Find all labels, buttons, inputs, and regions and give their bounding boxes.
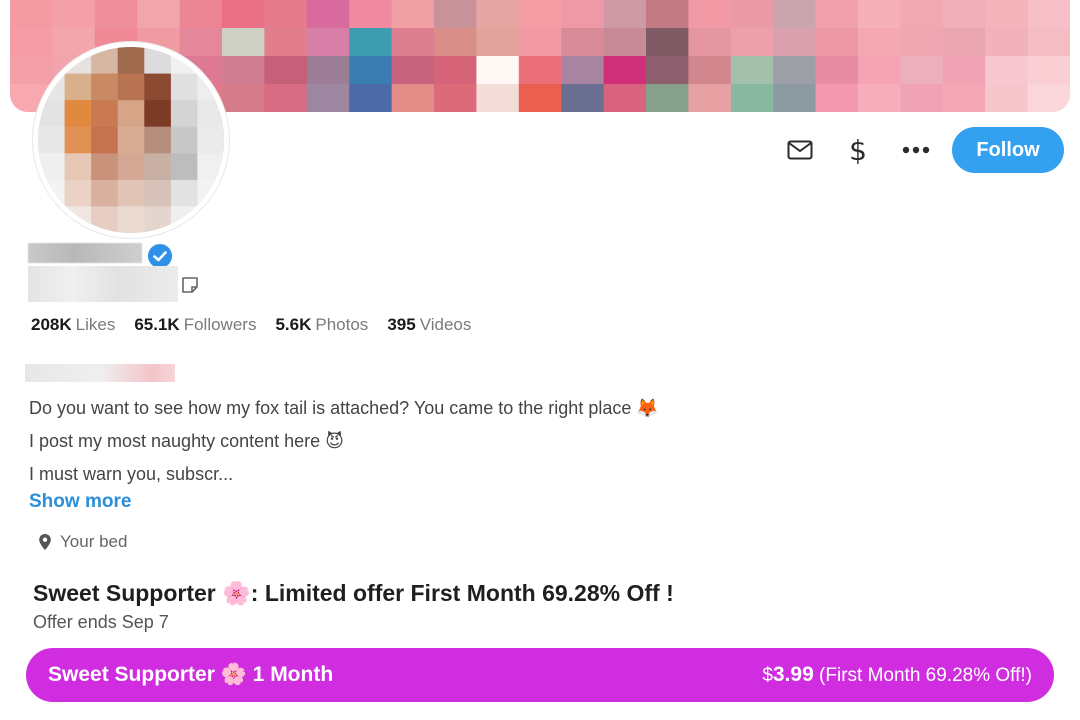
bio-text: Do you want to see how my fox tail is at… [29,392,659,491]
bio-line: I must warn you, subscr... [29,464,234,484]
location-text: Your bed [60,532,128,551]
bio-heading-redacted [25,364,175,382]
stat-value: 395 [387,315,416,334]
message-button[interactable] [778,128,822,172]
stat-value: 208K [31,315,72,334]
stat-label: Likes [75,315,116,334]
price-note: (First Month 69.28% Off!) [819,665,1032,686]
dollar-icon: $ [849,133,867,167]
stat-label: Videos [419,315,472,334]
offer-title: Sweet Supporter 🌸: Limited offer First M… [33,580,674,606]
subscription-price: $3.99 (First Month 69.28% Off!) [762,663,1032,687]
stat-label: Photos [315,315,369,334]
follow-button[interactable]: Follow [952,127,1064,173]
price-value: 3.99 [772,663,814,686]
display-name-redacted [28,243,142,263]
stat-followers: 65.1K Followers [134,315,256,335]
mail-icon [787,140,813,160]
offer-expiry: Offer ends Sep 7 [33,612,169,632]
location: Your bed [38,532,127,552]
stat-value: 65.1K [134,315,180,334]
profile-actions: $ Follow [778,127,1064,173]
location-pin-icon [39,534,51,550]
more-dots-icon [902,146,930,154]
subscribe-button[interactable]: Sweet Supporter 🌸 1 Month $3.99 (First M… [26,648,1054,702]
show-more-link[interactable]: Show more [29,491,131,513]
bio-line: I post my most naughty content here 😈 [29,431,344,451]
profile-page: $ Follow 208K Likes 65.1K Followers 5.6K Ph… [0,0,1080,720]
stat-label: Followers [183,315,257,334]
profile-stats: 208K Likes 65.1K Followers 5.6K Photos 395 V… [31,315,471,335]
note-icon[interactable] [180,275,200,295]
subscription-tier-label: Sweet Supporter 🌸 1 Month [48,663,334,686]
tip-button[interactable]: $ [836,128,880,172]
more-options-button[interactable] [894,128,938,172]
bio-line: Do you want to see how my fox tail is at… [29,398,659,418]
stat-likes: 208K Likes [31,315,115,335]
stat-videos[interactable]: 395 Videos [387,315,471,335]
username-redacted [28,266,178,302]
avatar[interactable] [33,42,229,238]
stat-photos[interactable]: 5.6K Photos [275,315,368,335]
currency-symbol: $ [762,665,773,686]
stat-value: 5.6K [275,315,312,334]
